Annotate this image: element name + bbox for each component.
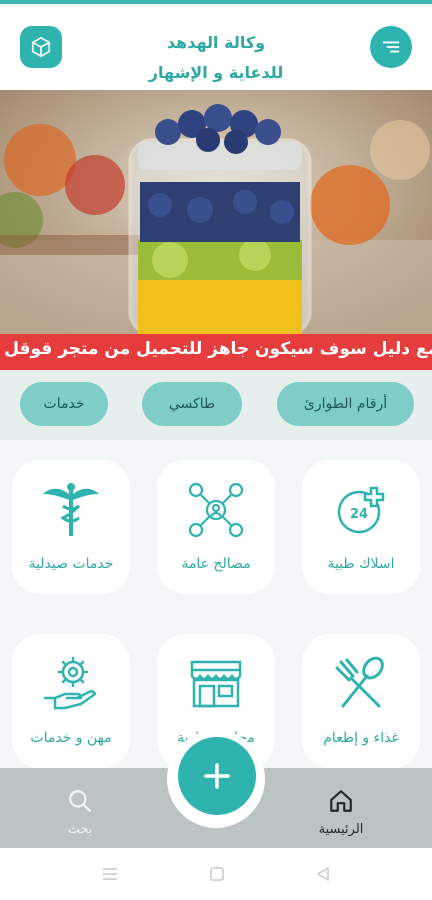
service-card-food[interactable]: غذاء و إطعام: [302, 634, 420, 768]
system-nav-bar: [0, 848, 432, 900]
box-icon: [31, 37, 51, 57]
services-grid: 24 اسلاك طبية مصالح عامة خدمات صيدلية غذ…: [0, 440, 432, 770]
storefront-icon: [190, 660, 242, 708]
category-chips: أرقام الطوارئ طاكسي خدمات: [0, 370, 432, 440]
news-ticker: مع دليل سوف سيكون جاهز للتحميل من متجر ق…: [0, 334, 432, 370]
service-label: مهن و خدمات: [30, 730, 112, 746]
hero-image: [0, 90, 432, 334]
caduceus-icon: [43, 483, 99, 536]
back-triangle-icon[interactable]: [315, 866, 331, 882]
service-label: غذاء و إطعام: [323, 730, 399, 746]
service-card-trades[interactable]: مهن و خدمات: [12, 634, 130, 768]
nav-search[interactable]: بحث: [40, 788, 120, 837]
ticker-text: مع دليل سوف سيكون جاهز للتحميل من متجر ق…: [0, 339, 432, 359]
hand-gear-icon: [43, 656, 97, 710]
menu-icon: [382, 41, 400, 53]
svg-text:24: 24: [350, 507, 368, 522]
chip-emergency-numbers[interactable]: أرقام الطوارئ: [277, 382, 414, 426]
nav-home-label: الرئيسية: [318, 822, 364, 837]
home-icon: [330, 790, 352, 812]
nav-search-label: بحث: [67, 822, 93, 837]
app-title-line2: للدعاية و الإشهار: [148, 63, 284, 82]
service-card-public[interactable]: مصالح عامة: [157, 460, 275, 594]
search-icon: [69, 790, 91, 812]
app-header: وكالة الهدهد للدعاية و الإشهار: [0, 4, 432, 90]
medical-24-icon: 24: [337, 486, 385, 534]
service-label: خدمات صيدلية: [28, 556, 114, 572]
app-title-line1: وكالة الهدهد: [166, 33, 266, 52]
fruit-jar-illustration: [0, 90, 432, 334]
service-label: مصالح عامة: [181, 556, 251, 572]
box-button[interactable]: [20, 26, 62, 68]
plus-icon: [204, 763, 230, 789]
network-people-icon: [188, 482, 244, 538]
menu-button[interactable]: [370, 26, 412, 68]
recent-apps-icon[interactable]: [101, 866, 119, 882]
service-card-pharmacy[interactable]: خدمات صيدلية: [12, 460, 130, 594]
service-label: اسلاك طبية: [327, 556, 395, 572]
fork-spoon-icon: [335, 656, 384, 708]
chip-taxi[interactable]: طاكسي: [142, 382, 242, 426]
chip-services[interactable]: خدمات: [20, 382, 108, 426]
add-button[interactable]: [178, 737, 256, 815]
service-card-medical[interactable]: 24 اسلاك طبية: [302, 460, 420, 594]
app-title: وكالة الهدهد للدعاية و الإشهار: [80, 28, 352, 88]
home-square-icon[interactable]: [209, 866, 225, 882]
nav-home[interactable]: الرئيسية: [301, 788, 381, 837]
